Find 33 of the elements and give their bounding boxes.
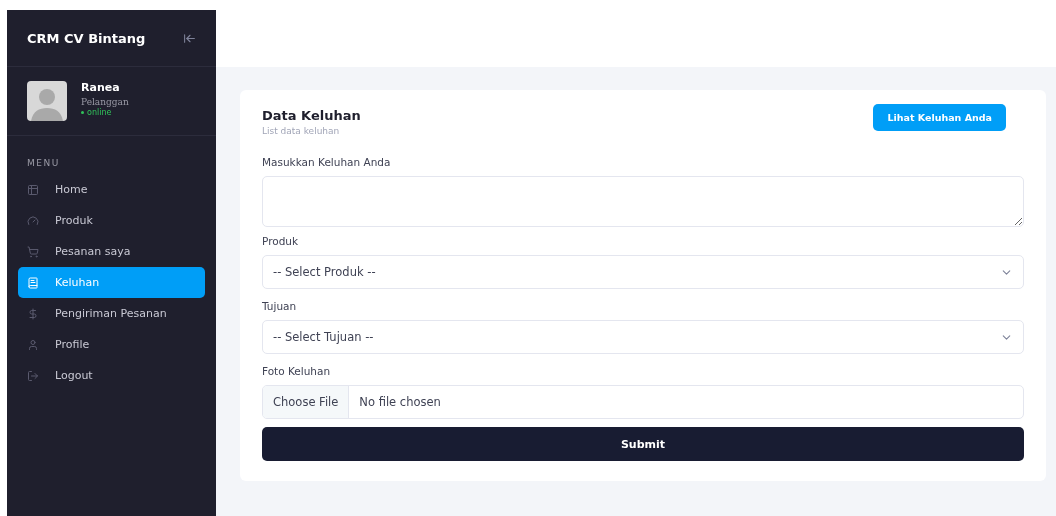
dollar-icon <box>27 307 39 320</box>
table-icon <box>27 183 39 196</box>
book-icon <box>27 276 39 289</box>
user-name: Ranea <box>81 81 121 94</box>
submit-button[interactable]: Submit <box>262 427 1024 461</box>
cart-icon <box>27 245 39 258</box>
select-field[interactable]: -- Select Produk -- <box>262 255 1024 289</box>
select-field[interactable]: -- Select Tujuan -- <box>262 320 1024 354</box>
choose-file-button[interactable]: Choose File <box>263 386 350 418</box>
sidebar-item[interactable]: Pengiriman Pesanan <box>18 298 205 329</box>
card-title: Data Keluhan <box>262 108 361 123</box>
collapse-icon[interactable] <box>183 31 196 45</box>
sidebar-item[interactable]: Profile <box>18 329 205 360</box>
sidebar-item[interactable]: Home <box>18 174 205 205</box>
user-icon <box>27 338 39 351</box>
avatar <box>27 81 67 121</box>
file-status: No file chosen <box>358 395 442 409</box>
gauge-icon <box>27 214 39 227</box>
app-title: CRM CV Bintang <box>27 30 146 46</box>
field-label: Masukkan Keluhan Anda <box>262 156 392 168</box>
logout-icon <box>27 369 39 382</box>
menu-heading: MENU <box>26 157 61 170</box>
user-status: online <box>81 108 129 117</box>
sidebar-item[interactable]: Produk <box>18 205 205 236</box>
complaint-field[interactable] <box>262 176 1024 227</box>
sidebar-item[interactable]: Pesanan saya <box>18 236 205 267</box>
field-label: Foto Keluhan <box>262 365 332 377</box>
field-label: Produk <box>262 235 300 247</box>
file-field[interactable]: Choose File No file chosen <box>262 385 1024 419</box>
field-label: Tujuan <box>262 300 298 312</box>
user-role: Pelanggan <box>81 97 129 107</box>
card-subtitle: List data keluhan <box>262 126 341 136</box>
sidebar-item[interactable]: Logout <box>18 360 205 391</box>
